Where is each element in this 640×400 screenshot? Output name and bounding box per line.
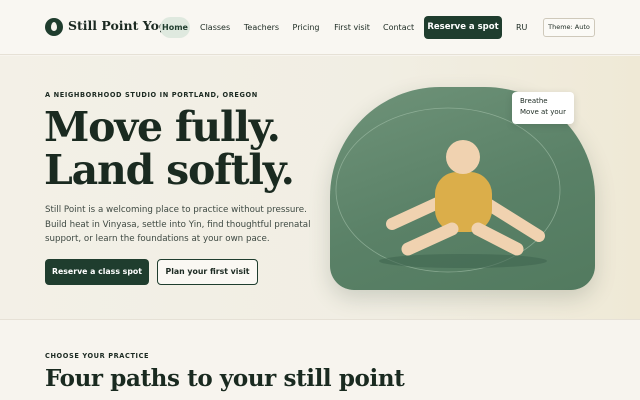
- nav-pricing[interactable]: Pricing: [292, 17, 320, 38]
- right-leg: [471, 222, 524, 256]
- nav-classes[interactable]: Classes: [200, 17, 230, 38]
- left-leg: [401, 222, 459, 256]
- left-arm: [386, 195, 448, 230]
- speech-bubble: Breathe Move at your: [512, 92, 574, 124]
- nav-contact[interactable]: Contact: [383, 17, 414, 38]
- bubble-line2: Move at your: [520, 108, 566, 116]
- practices-eyebrow: CHOOSE YOUR PRACTICE: [45, 352, 150, 360]
- plan-visit-button[interactable]: Plan your first visit: [157, 259, 258, 285]
- bubble-line1: Breathe: [520, 97, 548, 105]
- nav-first-visit[interactable]: First visit: [334, 17, 370, 38]
- language-switch[interactable]: RU: [516, 17, 527, 38]
- theme-toggle-button[interactable]: Theme: Auto: [543, 18, 595, 37]
- nav-home[interactable]: Home: [160, 17, 190, 38]
- practices-title: Four paths to your still point: [45, 365, 405, 392]
- reserve-spot-button[interactable]: Reserve a spot: [424, 16, 502, 39]
- hero-headline-line1: Move fully.: [44, 103, 281, 151]
- site-header: Still Point Yoga Home Classes Teachers P…: [0, 0, 640, 55]
- hero-eyebrow: A NEIGHBORHOOD STUDIO IN PORTLAND, OREGO…: [45, 91, 258, 99]
- hero-lede: Still Point is a welcoming place to prac…: [45, 205, 311, 244]
- hero-headline-line2: Land softly.: [44, 146, 295, 194]
- figure-torso: [435, 172, 492, 232]
- reserve-class-button[interactable]: Reserve a class spot: [45, 259, 149, 285]
- figure-head: [446, 140, 480, 174]
- nav-teachers[interactable]: Teachers: [243, 17, 280, 38]
- leaf-icon[interactable]: [45, 18, 63, 36]
- floor-shadow: [379, 254, 547, 268]
